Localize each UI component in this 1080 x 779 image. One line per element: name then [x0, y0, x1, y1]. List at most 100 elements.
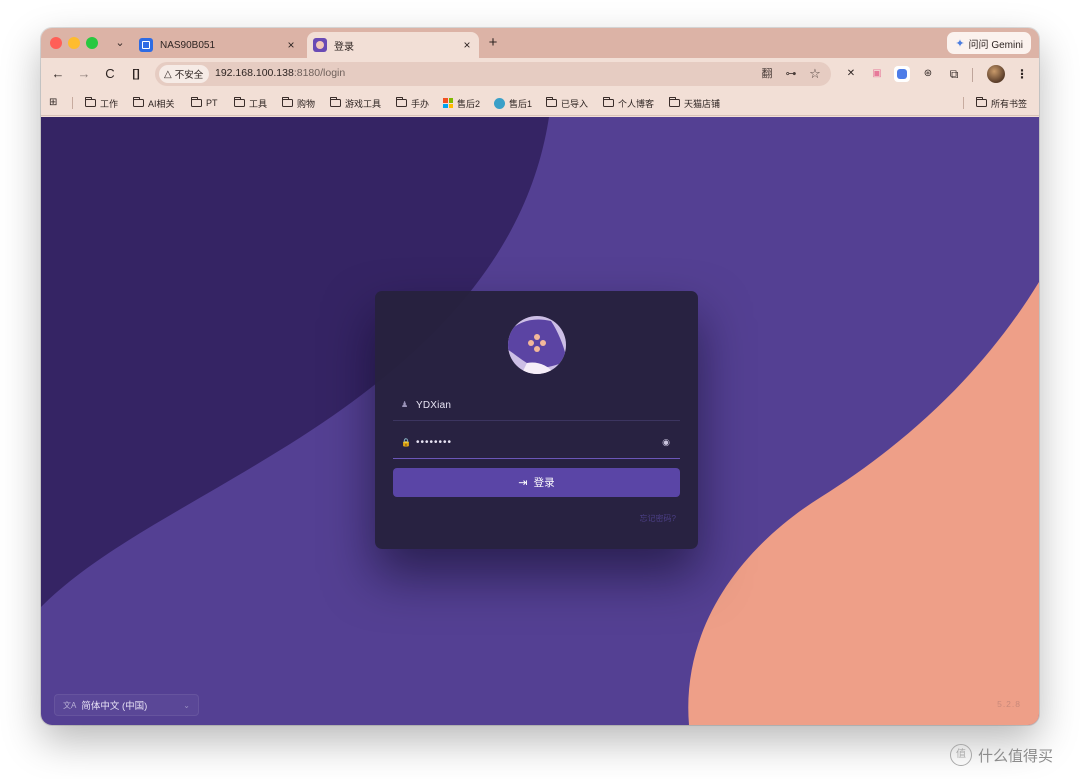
bookmark-folder[interactable]: PT — [191, 95, 218, 111]
login-button[interactable]: ⇥ 登录 — [393, 468, 680, 497]
translate-icon: 文A — [63, 700, 77, 710]
extension-openai-icon[interactable]: ⊛ — [920, 66, 936, 82]
bookmark-folder[interactable]: 游戏工具 — [330, 95, 381, 111]
bookmark-label: 已导入 — [561, 98, 589, 109]
show-password-eye-icon[interactable]: ◉ — [662, 437, 670, 448]
tab-strip: ⌄ NAS90B051 × 登录 × + ✦ 问问 Gemini — [41, 28, 1039, 58]
folder-icon — [603, 97, 614, 107]
folder-icon — [234, 97, 245, 107]
bookmark-folder[interactable]: 天猫店铺 — [669, 95, 720, 111]
bookmark-label: 售后2 — [457, 98, 481, 109]
login-arrow-icon: ⇥ — [518, 477, 528, 489]
folder-icon — [85, 97, 96, 107]
tab-search-icon[interactable]: ⌄ — [111, 34, 129, 52]
extension-x-icon[interactable]: ✕ — [843, 66, 859, 82]
browser-window: ⌄ NAS90B051 × 登录 × + ✦ 问问 Gemini ← → C [… — [41, 28, 1039, 725]
app-logo-icon — [508, 316, 566, 374]
tab-close-icon[interactable]: × — [283, 38, 299, 52]
bookmark-label: 购物 — [297, 98, 316, 109]
bookmark-folder[interactable]: 个人博客 — [603, 95, 654, 111]
login-favicon-icon — [313, 38, 327, 52]
gemini-label: 问问 Gemini — [968, 39, 1023, 51]
folder-icon — [133, 97, 144, 107]
version-label: 5.2.8 — [997, 699, 1021, 709]
tab-nas[interactable]: NAS90B051 × — [133, 32, 303, 58]
bookmark-label: 所有书签 — [991, 98, 1028, 109]
security-chip[interactable]: △ 不安全 — [159, 65, 210, 83]
extension-blue-icon[interactable] — [894, 66, 910, 82]
translate-icon[interactable]: 翻 — [759, 66, 775, 82]
chevron-down-icon: ⌄ — [183, 700, 190, 710]
bookmark-star-icon[interactable]: ☆ — [807, 66, 823, 82]
folder-icon — [282, 97, 293, 107]
folder-icon — [976, 97, 987, 107]
bookmark-folder[interactable]: 工作 — [85, 95, 118, 111]
close-window-button[interactable] — [50, 37, 62, 49]
tab-close-icon[interactable]: × — [459, 38, 475, 52]
microsoft-icon — [443, 98, 453, 108]
bookmark-folder[interactable]: 已导入 — [546, 95, 588, 111]
login-button-label: 登录 — [533, 477, 555, 489]
bookmark-folder[interactable]: 手办 — [396, 95, 429, 111]
folder-icon — [669, 97, 680, 107]
password-key-icon[interactable]: ⊶ — [783, 66, 799, 82]
url-text[interactable]: 192.168.100.138:8180/login — [215, 67, 345, 79]
maximize-window-button[interactable] — [86, 37, 98, 49]
lock-icon: 🔒 — [401, 438, 411, 447]
bookmark-link[interactable]: 售后2 — [443, 95, 480, 111]
back-icon[interactable]: ← — [49, 65, 67, 83]
bookmark-folder[interactable]: AI相关 — [133, 95, 175, 111]
url-host: 192.168.100.138 — [215, 67, 294, 79]
username-value: YDXian — [416, 400, 452, 411]
login-page: ♟ YDXian 🔒 •••••••• ◉ ⇥ 登录 忘记密码? 文A 简体中文… — [41, 117, 1039, 725]
bookmark-label: 个人博客 — [618, 98, 655, 109]
folder-icon — [330, 97, 341, 107]
watermark: 值 什么值得买 — [950, 744, 1053, 766]
language-value: 简体中文 (中国) — [81, 701, 148, 712]
gemini-button[interactable]: ✦ 问问 Gemini — [947, 32, 1031, 54]
bookmarks-divider — [72, 97, 73, 109]
username-field[interactable]: ♟ YDXian — [393, 391, 680, 421]
toolbar: ← → C [] △ 不安全 192.168.100.138:8180/logi… — [41, 58, 1039, 90]
bookmark-label: 工具 — [249, 98, 268, 109]
bookmark-label: 售后1 — [509, 98, 533, 109]
sparkle-icon: ✦ — [955, 37, 965, 50]
address-bar[interactable]: △ 不安全 192.168.100.138:8180/login 翻 ⊶ ☆ — [155, 62, 831, 86]
peach-wave — [688, 282, 1039, 725]
split-view-icon[interactable]: [] — [127, 65, 145, 83]
password-value: •••••••• — [416, 437, 453, 448]
tab-title: 登录 — [334, 41, 354, 53]
bookmark-label: AI相关 — [148, 98, 175, 109]
reload-icon[interactable]: C — [101, 65, 119, 83]
bookmark-folder[interactable]: 工具 — [234, 95, 267, 111]
password-field[interactable]: 🔒 •••••••• ◉ — [393, 429, 680, 459]
apps-icon[interactable]: ⊞ — [49, 96, 63, 110]
bookmarks-divider — [963, 97, 964, 109]
all-bookmarks-folder[interactable]: 所有书签 — [976, 95, 1027, 111]
bookmark-link[interactable]: 售后1 — [494, 95, 532, 111]
login-card: ♟ YDXian 🔒 •••••••• ◉ ⇥ 登录 忘记密码? — [375, 291, 698, 549]
new-tab-button[interactable]: + — [484, 34, 502, 52]
extensions-puzzle-icon[interactable]: ⧉ — [946, 66, 962, 82]
forgot-password-link[interactable]: 忘记密码? — [640, 513, 676, 524]
nas-favicon-icon — [139, 38, 153, 52]
menu-icon[interactable]: ⋮ — [1015, 65, 1029, 83]
security-label: 不安全 — [174, 70, 204, 81]
bookmark-label: 手办 — [411, 98, 430, 109]
extension-tv-icon[interactable]: ▣ — [869, 66, 885, 82]
bookmarks-bar: ⊞ 工作 AI相关 PT 工具 购物 游戏工具 手办 售后2 售后1 已导入 个… — [41, 90, 1039, 116]
minimize-window-button[interactable] — [68, 37, 80, 49]
forward-icon[interactable]: → — [75, 65, 93, 83]
profile-avatar[interactable] — [987, 65, 1005, 83]
toolbar-divider — [972, 68, 973, 82]
folder-icon — [546, 97, 557, 107]
folder-icon — [396, 97, 407, 107]
url-path: :8180/login — [293, 67, 346, 79]
watermark-logo-icon: 值 — [950, 744, 972, 766]
bookmark-label: 天猫店铺 — [684, 98, 721, 109]
service-icon — [494, 97, 505, 109]
bookmark-folder[interactable]: 购物 — [282, 95, 315, 111]
tab-title: NAS90B051 — [160, 39, 216, 51]
language-select[interactable]: 文A 简体中文 (中国) ⌄ — [54, 694, 199, 716]
tab-login[interactable]: 登录 × — [307, 32, 479, 58]
